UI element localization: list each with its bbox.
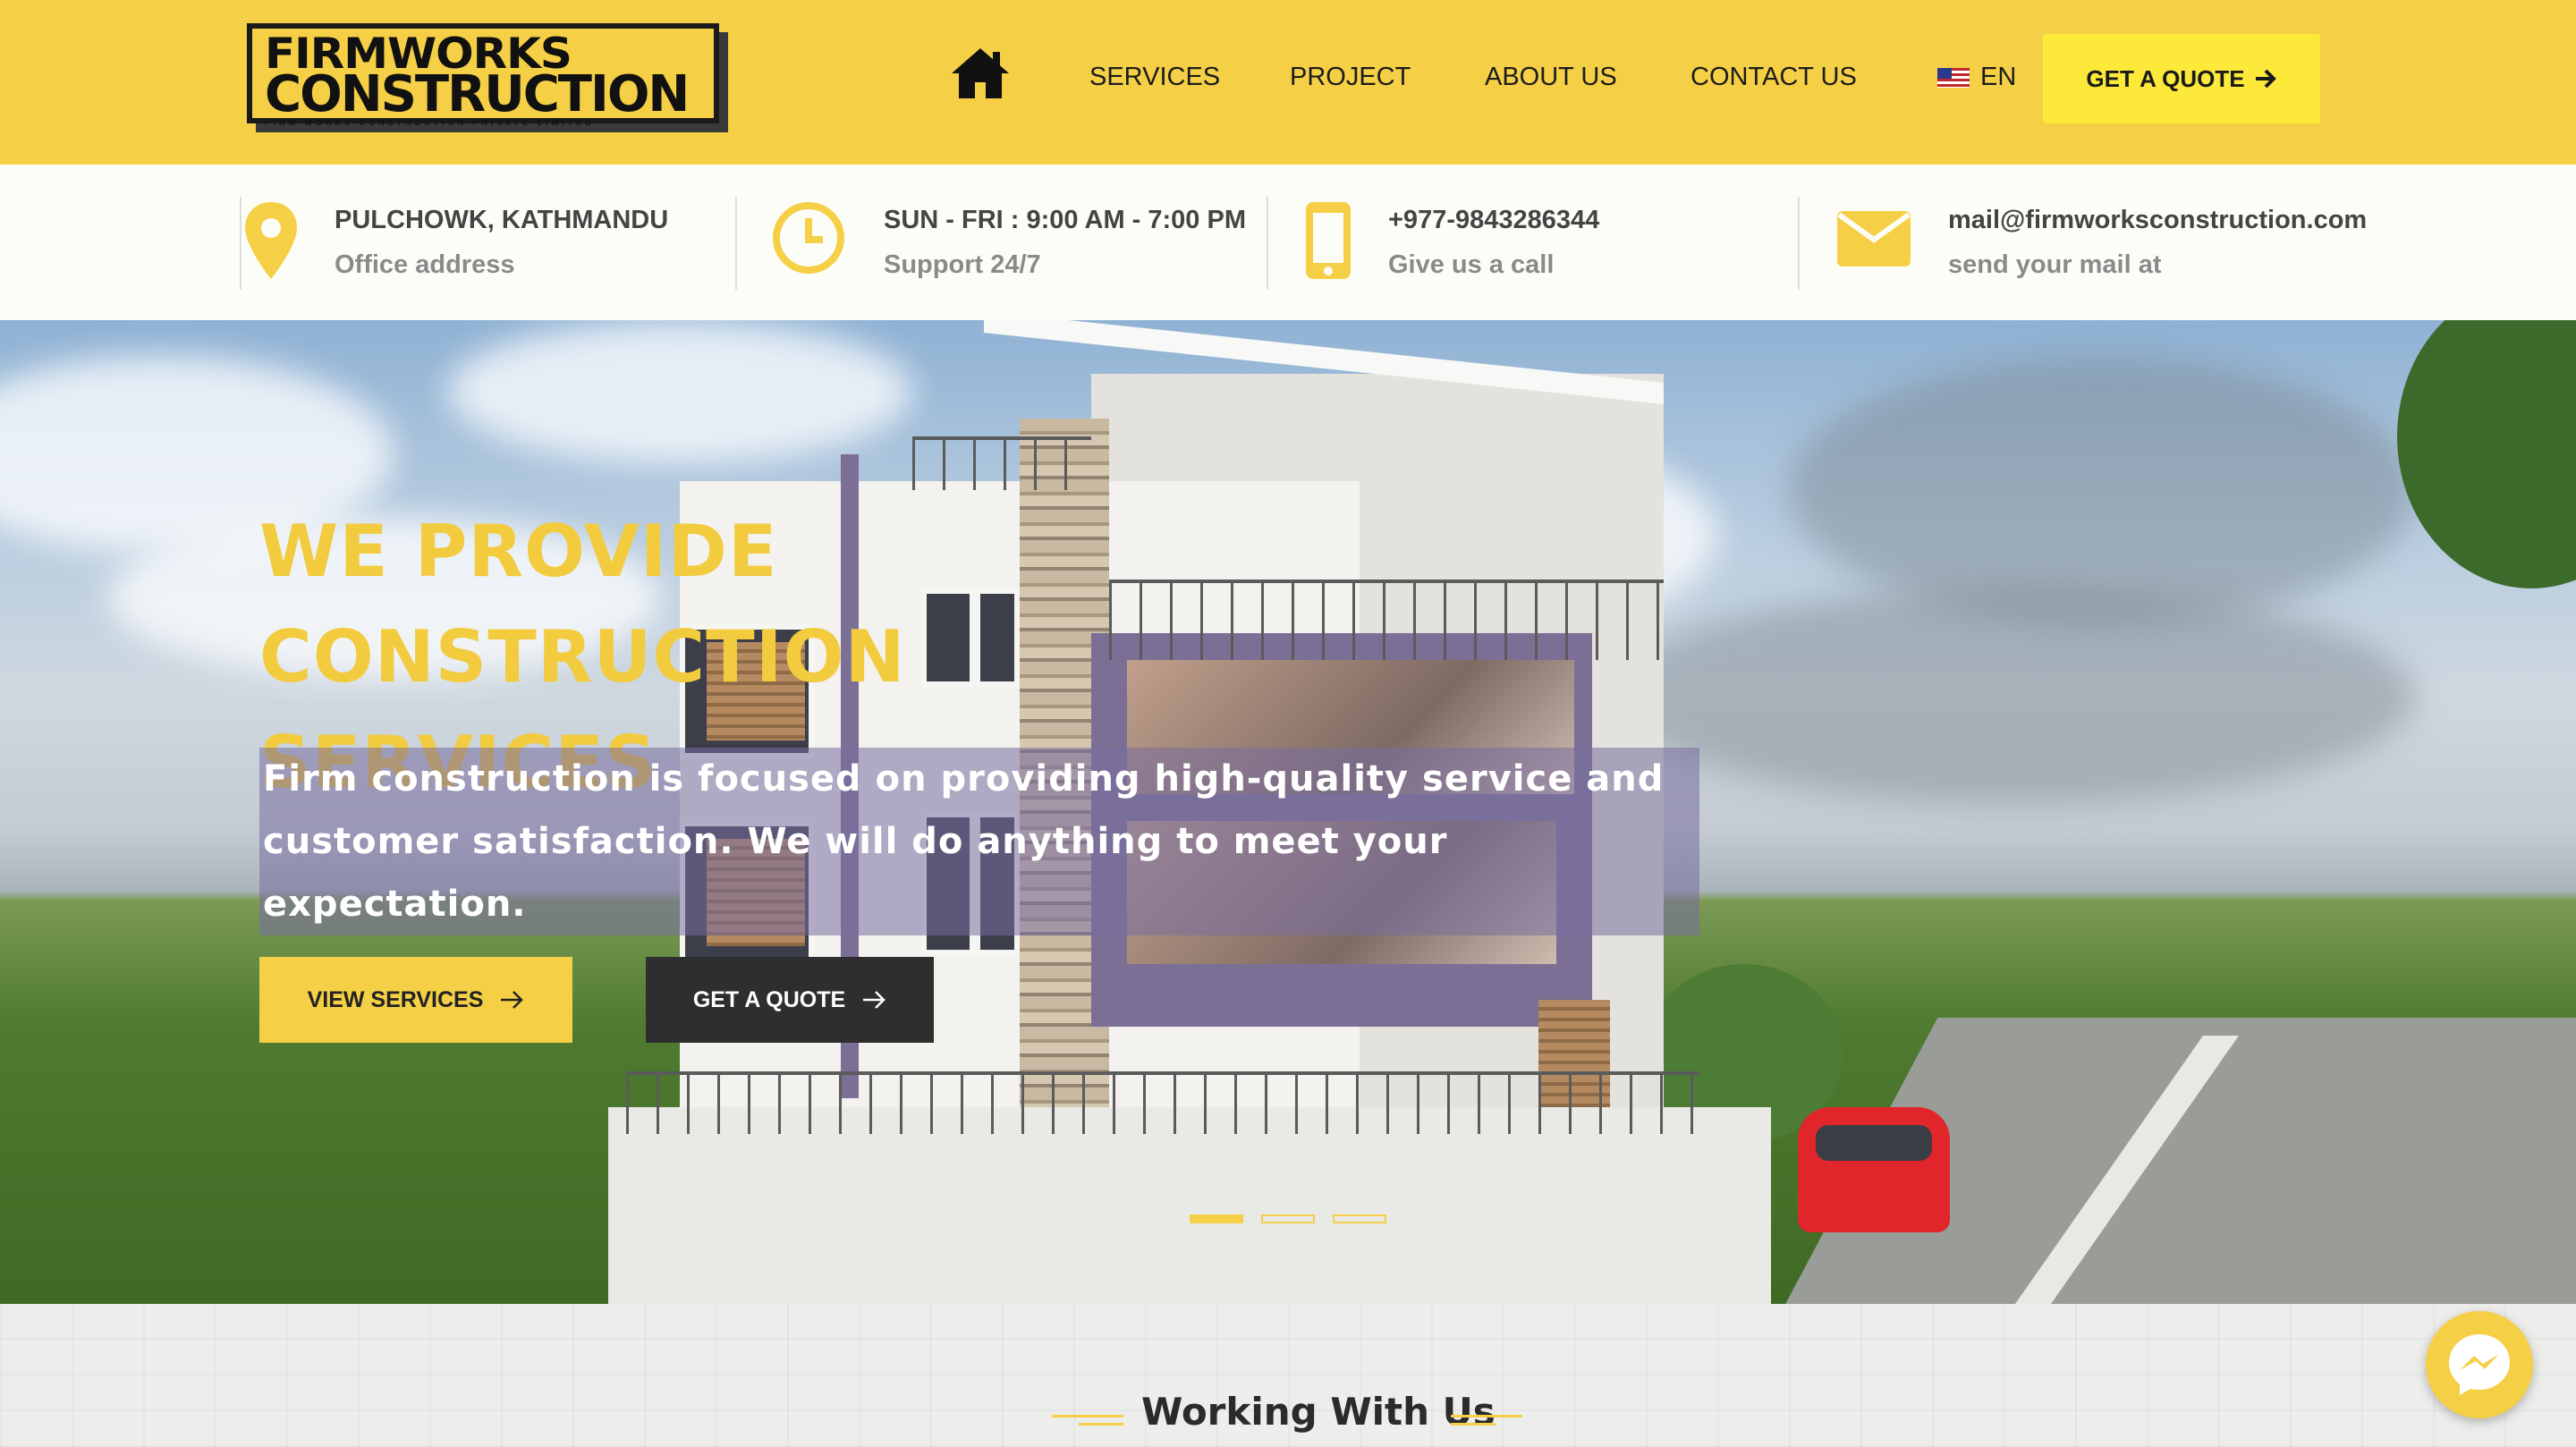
nav-services[interactable]: SERVICES — [1089, 63, 1220, 92]
get-quote-label: GET A QUOTE — [2086, 64, 2245, 92]
address-title: PULCHOWK, KATHMANDU — [335, 206, 669, 234]
home-icon[interactable] — [950, 47, 1011, 100]
nav-contact-us[interactable]: CONTACT US — [1690, 63, 1857, 92]
divider — [1798, 197, 1800, 290]
slider-dot-1[interactable] — [1190, 1214, 1243, 1223]
language-selector[interactable]: EN — [1937, 63, 2016, 92]
email-title[interactable]: mail@firmworksconstruction.com — [1948, 206, 2367, 235]
hours-subtitle: Support 24/7 — [884, 250, 1041, 279]
header: FIRMWORKS CONSTRUCTION FIRM WORKS CONSTR… — [0, 0, 2576, 165]
get-quote-button[interactable]: GET A QUOTE — [2043, 34, 2320, 123]
slider-dots — [1190, 1214, 1386, 1223]
hero-get-quote-label: GET A QUOTE — [692, 986, 846, 1012]
hero-subtitle-line2: customer satisfaction. We will do anythi… — [263, 821, 1448, 925]
view-services-label: VIEW SERVICES — [307, 986, 484, 1012]
arrow-right-icon — [2255, 69, 2276, 89]
title-decoration-left — [1052, 1415, 1123, 1429]
logo[interactable]: FIRMWORKS CONSTRUCTION FIRM WORKS CONSTR… — [247, 23, 719, 127]
info-email: mail@firmworksconstruction.com send your… — [1798, 197, 2379, 290]
slider-dot-3[interactable] — [1333, 1214, 1386, 1223]
hero-slider: WE PROVIDE CONSTRUCTION SERVICES Firm co… — [0, 320, 2576, 1304]
phone-title[interactable]: +977-9843286344 — [1388, 206, 1599, 235]
arrow-right-icon — [501, 991, 524, 1009]
envelope-icon — [1837, 211, 1911, 267]
hero-get-quote-button[interactable]: GET A QUOTE — [646, 957, 934, 1043]
logo-line2: CONSTRUCTION — [265, 65, 690, 123]
email-subtitle: send your mail at — [1948, 250, 2162, 279]
clock-icon — [773, 202, 844, 274]
nav-project[interactable]: PROJECT — [1290, 63, 1411, 92]
working-with-us-section: Working With Us — [0, 1304, 2576, 1447]
phone-icon — [1306, 202, 1351, 279]
info-phone: +977-9843286344 Give us a call — [1267, 197, 1794, 290]
info-hours: SUN - FRI : 9:00 AM - 7:00 PM Support 24… — [735, 197, 1263, 290]
arrow-right-icon — [863, 991, 886, 1009]
section-title: Working With Us — [1141, 1390, 1496, 1434]
nav-about-us[interactable]: ABOUT US — [1485, 63, 1617, 92]
info-address: PULCHOWK, KATHMANDU Office address — [240, 197, 732, 290]
title-decoration-right — [1451, 1415, 1522, 1429]
language-label: EN — [1980, 63, 2017, 91]
contact-info-bar: PULCHOWK, KATHMANDU Office address SUN -… — [0, 165, 2576, 320]
hero-subtitle-line1: Firm construction is focused on providin… — [263, 758, 1665, 800]
phone-subtitle: Give us a call — [1388, 250, 1555, 279]
divider — [1267, 197, 1268, 290]
hours-title: SUN - FRI : 9:00 AM - 7:00 PM — [884, 206, 1246, 234]
hero-subtitle: Firm construction is focused on providin… — [259, 748, 1699, 935]
us-flag-icon — [1937, 67, 1970, 88]
slider-dot-2[interactable] — [1261, 1214, 1315, 1223]
messenger-icon[interactable] — [2426, 1311, 2533, 1418]
view-services-button[interactable]: VIEW SERVICES — [259, 957, 572, 1043]
logo-line1: FIRMWORKS — [265, 29, 572, 79]
divider — [735, 197, 737, 290]
map-pin-icon — [245, 202, 297, 279]
address-subtitle: Office address — [335, 250, 515, 279]
hero-title-line1: WE PROVIDE CONSTRUCTION — [259, 510, 906, 698]
